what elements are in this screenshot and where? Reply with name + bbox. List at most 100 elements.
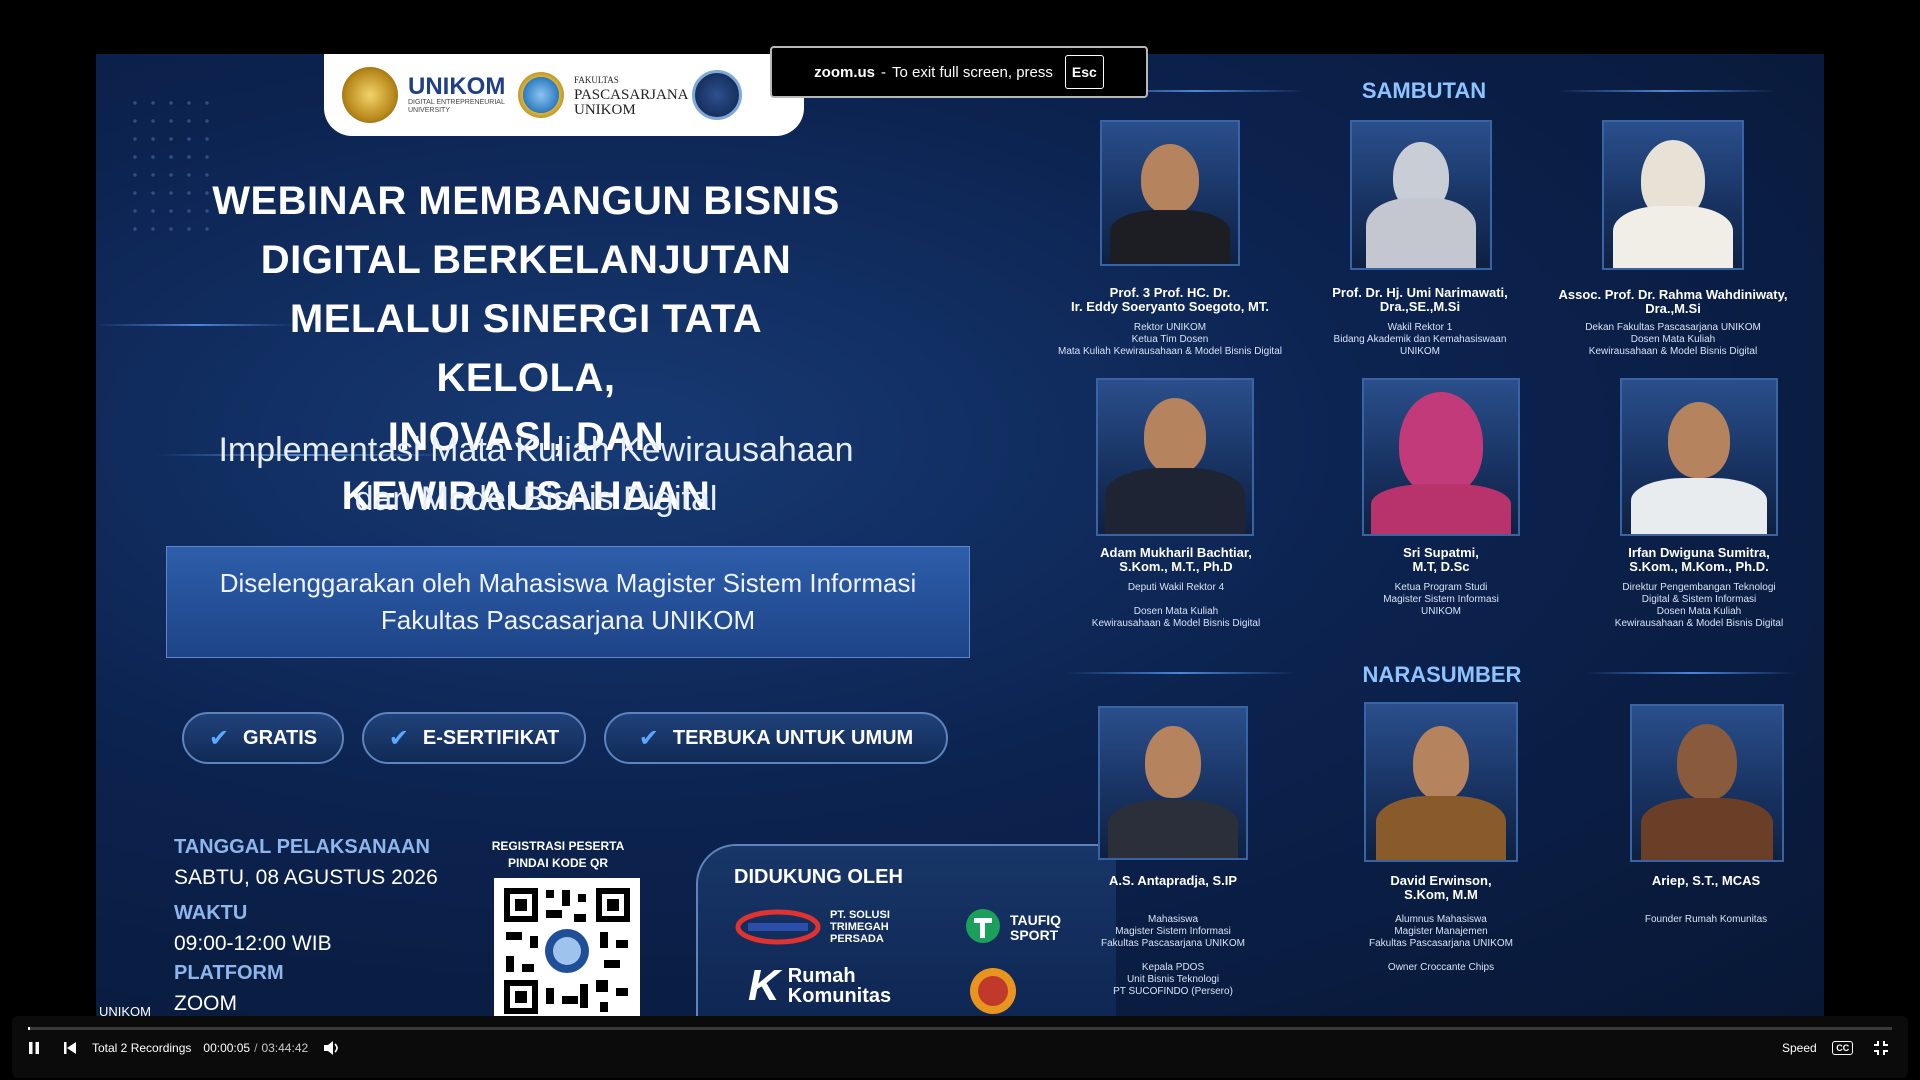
speaker-name: Irfan Dwiguna Sumitra, S.Kom., M.Kom., P… <box>1628 545 1770 574</box>
narasumber-heading: NARASUMBER <box>1362 662 1522 687</box>
speaker-photo <box>1630 704 1784 862</box>
speaker-name: Ariep, S.T., MCAS <box>1651 873 1761 888</box>
notice-message: To exit full screen, press <box>892 63 1053 81</box>
title-line: MELALUI SINERGI TATA KELOLA, <box>289 297 763 400</box>
speaker-name: Assoc. Prof. Dr. Rahma Wahdiniwaty, Dra.… <box>1558 287 1788 316</box>
platform-value: ZOOM <box>174 992 237 1015</box>
exit-fullscreen-icon <box>1873 1041 1888 1055</box>
speaker-role: Wakil Rektor 1 Bidang Akademik dan Kemah… <box>1333 322 1507 357</box>
badge-terbuka-untuk-umum: ✔ TERBUKA UNTUK UMUM <box>604 712 948 764</box>
title-line: WEBINAR MEMBANGUN BISNIS <box>212 179 840 223</box>
skip-back-icon <box>64 1042 76 1054</box>
time-value: 09:00-12:00 WIB <box>174 932 332 955</box>
progress-track[interactable] <box>28 1027 1892 1030</box>
speaker-photo <box>1100 120 1240 266</box>
speaker-head <box>1145 726 1201 798</box>
speaker-outfit <box>1366 198 1476 268</box>
speaker-shirt <box>1631 478 1767 534</box>
speaker-batik <box>1376 796 1506 860</box>
speaker-role: Deputi Wakil Rektor 4 Dosen Mata Kuliah … <box>1091 582 1261 629</box>
speaker-name: Sri Supatmi, M.T, D.Sc <box>1403 545 1479 574</box>
speaker-name: Prof. 3 Prof. HC. Dr. Ir. Eddy Soeryanto… <box>1071 285 1269 314</box>
sponsor-name: PT. SOLUSI TRIMEGAH PERSADA <box>830 909 890 945</box>
badge-label: TERBUKA UNTUK UMUM <box>672 726 914 749</box>
speaker-photo <box>1364 702 1518 862</box>
speaker-photo <box>1098 706 1248 860</box>
speaker-role: Direktur Pengembangan Teknologi Digital … <box>1614 582 1784 629</box>
speaker-photo <box>1362 378 1520 536</box>
checkmark-icon: ✔ <box>638 724 659 752</box>
volume-icon <box>324 1041 338 1055</box>
playback-controls: Total 2 Recordings 00:00:05 / 03:44:42 <box>22 1036 344 1060</box>
time-separator: / <box>254 1041 258 1055</box>
speaker-name: David Erwinson, S.Kom, M.M <box>1390 873 1492 902</box>
speaker-photo <box>1096 378 1254 536</box>
speaker-photo <box>1350 120 1492 270</box>
speaker-suit <box>1108 800 1238 858</box>
sponsor-rumah-komunitas: K Rumah Komunitas <box>748 964 898 1008</box>
qr-code-graphic <box>500 884 634 1016</box>
speaker-role: Founder Rumah Komunitas <box>1644 914 1768 925</box>
decorative-line <box>1066 672 1296 674</box>
speaker-head <box>1141 144 1199 214</box>
unikom-wordmark: UNIKOM DIGITAL ENTREPRENEURIAL UNIVERSIT… <box>408 75 508 115</box>
progress-fill <box>28 1027 30 1030</box>
speaker-role: Mahasiswa Magister Sistem Informasi Faku… <box>1101 914 1245 997</box>
decorative-line <box>1556 90 1776 92</box>
speaker-head <box>1668 402 1730 478</box>
speaker-photo <box>1620 378 1778 536</box>
badge-label: E-SERTIFIKAT <box>422 726 560 749</box>
unikom-logo-subtext: DIGITAL ENTREPRENEURIAL UNIVERSITY <box>408 99 505 114</box>
taufiq-sport-logo-icon <box>966 909 1000 943</box>
speaker-role: Ketua Program Studi Magister Sistem Info… <box>1383 582 1499 617</box>
speaker-role: Rektor UNIKOM Ketua Tim Dosen Mata Kulia… <box>1057 322 1282 357</box>
speaker-name: A.S. Antapradja, S.IP <box>1108 873 1238 888</box>
speaker-batik <box>1641 798 1773 860</box>
badge-gratis: ✔ GRATIS <box>182 712 344 764</box>
title-line: DIGITAL BERKELANJUTAN <box>260 238 792 282</box>
sponsor-name: Rumah Komunitas <box>787 965 892 1007</box>
speaker-role: Alumnus Mahasiswa Magister Manajemen Fak… <box>1369 914 1513 973</box>
volume-button[interactable] <box>320 1036 344 1060</box>
webinar-subtitle: Implementasi Mata Kuliah Kewirausahaan d… <box>196 426 876 524</box>
speaker-outfit <box>1371 484 1511 534</box>
checkmark-icon: ✔ <box>208 724 230 752</box>
closed-captions-button[interactable]: CC <box>1831 1036 1855 1060</box>
badge-label: GRATIS <box>243 726 318 749</box>
speaker-suit <box>1110 210 1230 264</box>
speed-button[interactable]: Speed <box>1782 1041 1817 1055</box>
notice-domain: zoom.us <box>814 63 875 81</box>
logo-bar: UNIKOM DIGITAL ENTREPRENEURIAL UNIVERSIT… <box>324 54 804 136</box>
decorative-line <box>1586 672 1796 674</box>
qr-code <box>494 878 640 1016</box>
previous-recording-button[interactable] <box>58 1036 82 1060</box>
subtitle-line: Implementasi Mata Kuliah Kewirausahaan <box>218 431 854 469</box>
pasca-logo-main: PASCASARJANA UNIKOM <box>574 86 688 118</box>
unikom-seal-logo <box>342 67 398 123</box>
solusi-trimegah-logo-icon <box>735 909 821 945</box>
badge-e-sertifikat: ✔ E-SERTIFIKAT <box>362 712 586 764</box>
organizer-line: Fakultas Pascasarjana UNIKOM <box>380 605 756 635</box>
recordings-count: Total 2 Recordings <box>92 1041 192 1055</box>
pause-icon <box>29 1042 39 1054</box>
pascasarjana-seal-logo <box>518 72 564 118</box>
speaker-name: Adam Mukharil Bachtiar, S.Kom., M.T., Ph… <box>1100 545 1252 574</box>
pasca-logo-small: FAKULTAS <box>574 74 619 85</box>
date-value: SABTU, 08 AGUSTUS 2026 <box>174 866 438 889</box>
zoom-fullscreen-viewer: UNIKOM DIGITAL ENTREPRENEURIAL UNIVERSIT… <box>0 0 1920 1080</box>
sambutan-heading: SAMBUTAN <box>1361 78 1487 103</box>
speaker-suit <box>1105 468 1245 534</box>
current-time: 00:00:05 <box>203 1041 251 1055</box>
notice-separator: - <box>881 63 886 81</box>
exit-fullscreen-button[interactable] <box>1869 1036 1893 1060</box>
supported-by-box: DIDUKUNG OLEH PT. SOLUSI TRIMEGAH PERSAD… <box>696 844 1116 1016</box>
supported-by-title: DIDUKUNG OLEH <box>734 866 903 888</box>
platform-label: PLATFORM <box>174 962 284 984</box>
recording-player-bar: Total 2 Recordings 00:00:05 / 03:44:42 S… <box>12 1016 1908 1078</box>
decorative-dot-grid <box>126 94 216 234</box>
total-duration: 03:44:42 <box>261 1041 309 1055</box>
sponsor-croccante-chips <box>968 966 1018 1016</box>
croccante-chips-logo-icon <box>970 968 1016 1014</box>
checkmark-icon: ✔ <box>388 724 409 752</box>
pause-button[interactable] <box>22 1036 46 1060</box>
